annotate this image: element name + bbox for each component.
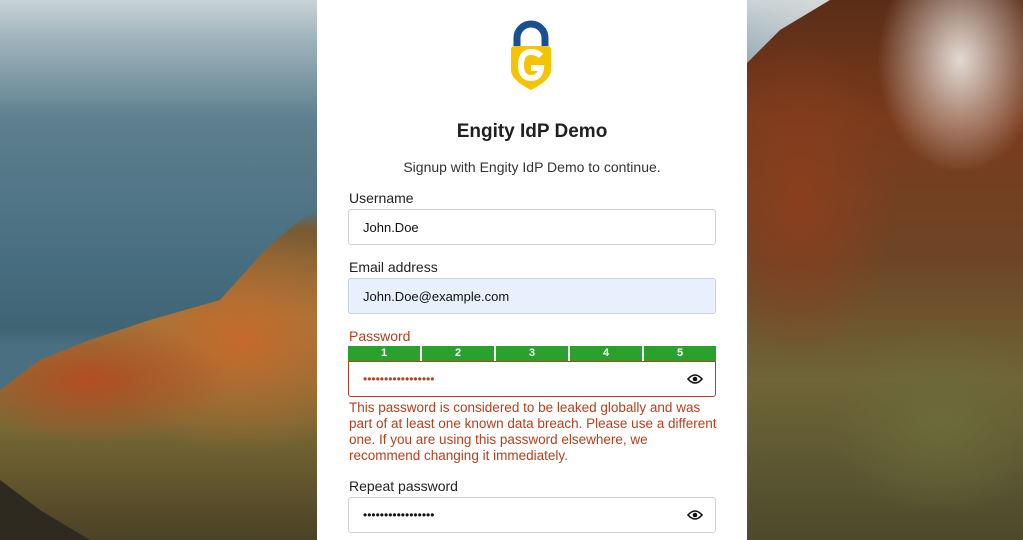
page-title: Engity IdP Demo [456, 121, 608, 142]
background-mist [850, 0, 1023, 260]
strength-segment-4: 4 [570, 346, 642, 361]
username-field[interactable]: John.Doe [348, 209, 716, 245]
strength-segment-1: 1 [348, 346, 420, 361]
username-label: Username [349, 190, 414, 206]
password-strength-meter: 1 2 3 4 5 [348, 346, 716, 361]
password-field[interactable]: ••••••••••••••••• [348, 361, 716, 397]
signup-panel: Engity IdP Demo Signup with Engity IdP D… [317, 0, 747, 540]
strength-segment-2: 2 [422, 346, 494, 361]
password-value: ••••••••••••••••• [363, 372, 435, 386]
username-value: John.Doe [363, 219, 419, 235]
email-value: John.Doe@example.com [363, 288, 510, 304]
strength-segment-5: 5 [644, 346, 716, 361]
repeat-password-value: ••••••••••••••••• [363, 508, 435, 522]
repeat-password-field[interactable]: ••••••••••••••••• [348, 497, 716, 533]
password-error-message: This password is considered to be leaked… [349, 400, 717, 463]
page-subtitle: Signup with Engity IdP Demo to continue. [403, 159, 661, 175]
password-label: Password [349, 328, 411, 344]
email-label: Email address [349, 259, 438, 275]
repeat-password-label: Repeat password [349, 478, 458, 494]
eye-icon[interactable] [687, 373, 703, 385]
email-field[interactable]: John.Doe@example.com [348, 278, 716, 314]
strength-segment-3: 3 [496, 346, 568, 361]
eye-icon[interactable] [687, 509, 703, 521]
engity-shield-logo [511, 20, 551, 90]
